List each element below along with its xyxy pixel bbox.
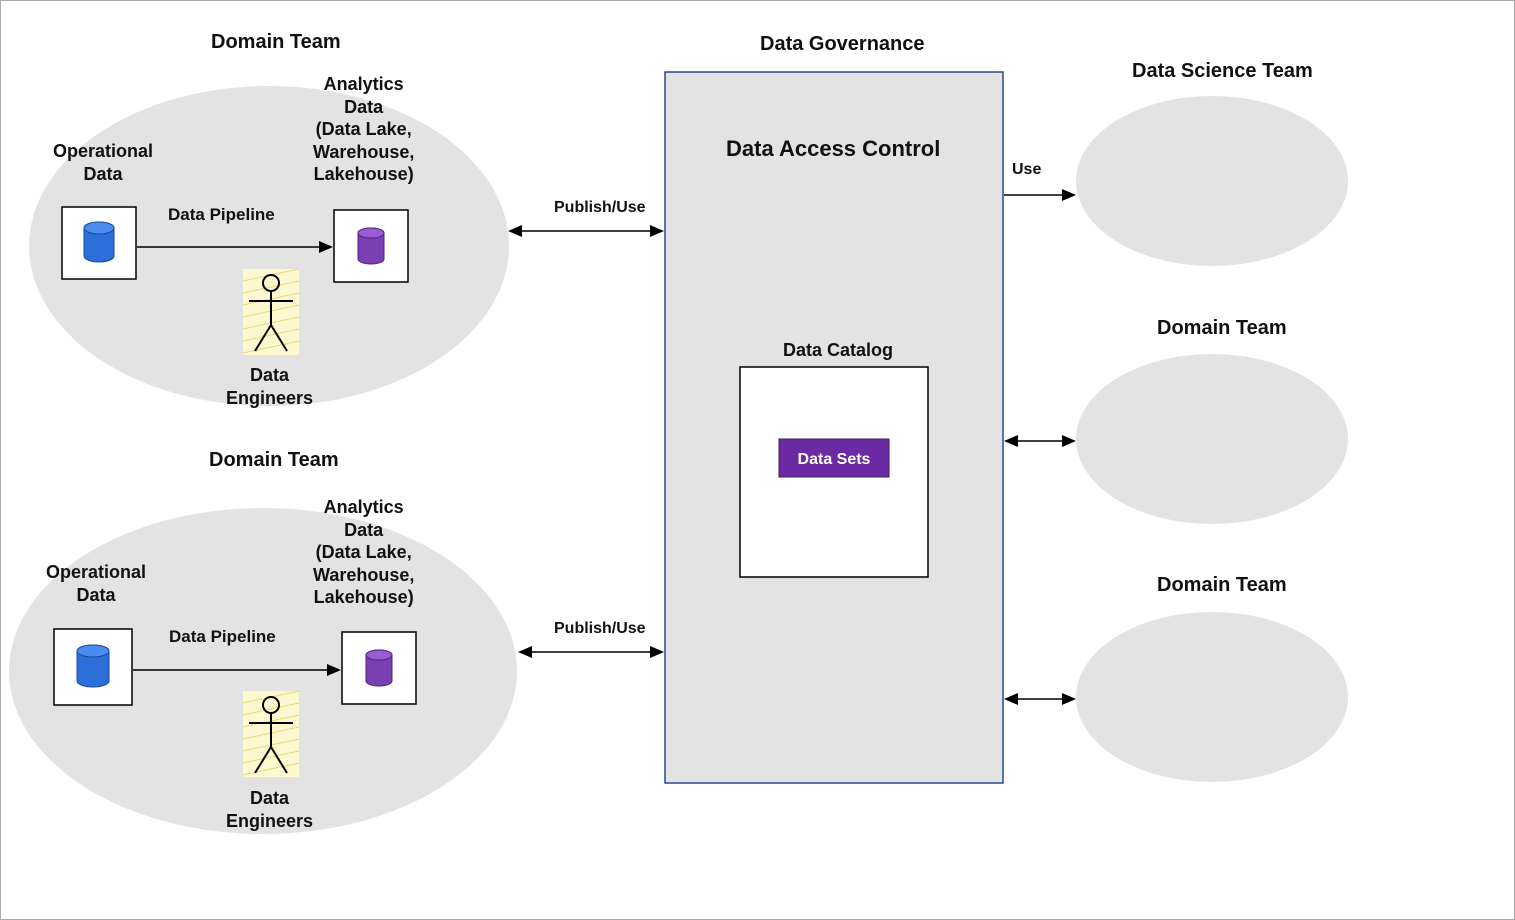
data-pipeline-arrow-2 [133,660,341,680]
analytics-data-label-1: Analytics Data (Data Lake, Warehouse, La… [313,73,414,186]
right-domain-team-2-title: Domain Team [1157,574,1287,597]
analytics-db-2 [341,631,417,705]
data-pipeline-label-1: Data Pipeline [168,204,275,225]
publish-use-arrow-2 [518,642,664,662]
right-domain-team-1-ellipse [1076,351,1349,528]
data-pipeline-label-2: Data Pipeline [169,626,276,647]
database-icon [366,650,392,686]
operational-data-label-1: Operational Data [53,140,153,185]
diagram-canvas: Domain Team Operational Data Analytics D… [0,0,1515,920]
data-catalog-label: Data Catalog [783,339,893,362]
use-arrow [1004,185,1076,205]
operational-db-1 [61,206,137,280]
right-double-arrow-2 [1004,689,1076,709]
right-domain-team-2-ellipse [1076,609,1349,786]
data-engineers-icon-1 [241,267,301,357]
data-engineers-label-1: Data Engineers [226,364,313,409]
domain-team-2-title: Domain Team [209,449,339,472]
right-domain-team-1-title: Domain Team [1157,317,1287,340]
data-governance-title: Data Governance [760,33,925,56]
database-icon [84,222,114,262]
use-label: Use [1012,160,1041,180]
analytics-db-1 [333,209,409,283]
operational-data-label-2: Operational Data [46,561,146,606]
data-engineers-label-2: Data Engineers [226,787,313,832]
data-sets-box: Data Sets [779,439,889,477]
data-science-team-ellipse [1076,93,1349,270]
publish-use-label-2: Publish/Use [554,619,646,639]
data-pipeline-arrow-1 [137,237,333,257]
right-double-arrow-1 [1004,431,1076,451]
data-sets-text: Data Sets [798,451,871,468]
operational-db-2 [53,628,133,706]
domain-team-1-title: Domain Team [211,31,341,54]
analytics-data-label-2: Analytics Data (Data Lake, Warehouse, La… [313,496,414,609]
data-science-team-title: Data Science Team [1132,60,1313,83]
data-access-control-label: Data Access Control [726,136,940,162]
data-engineers-icon-2 [241,689,301,779]
publish-use-arrow-1 [508,221,664,241]
publish-use-label-1: Publish/Use [554,198,646,218]
database-icon [77,645,109,687]
database-icon [358,228,384,264]
